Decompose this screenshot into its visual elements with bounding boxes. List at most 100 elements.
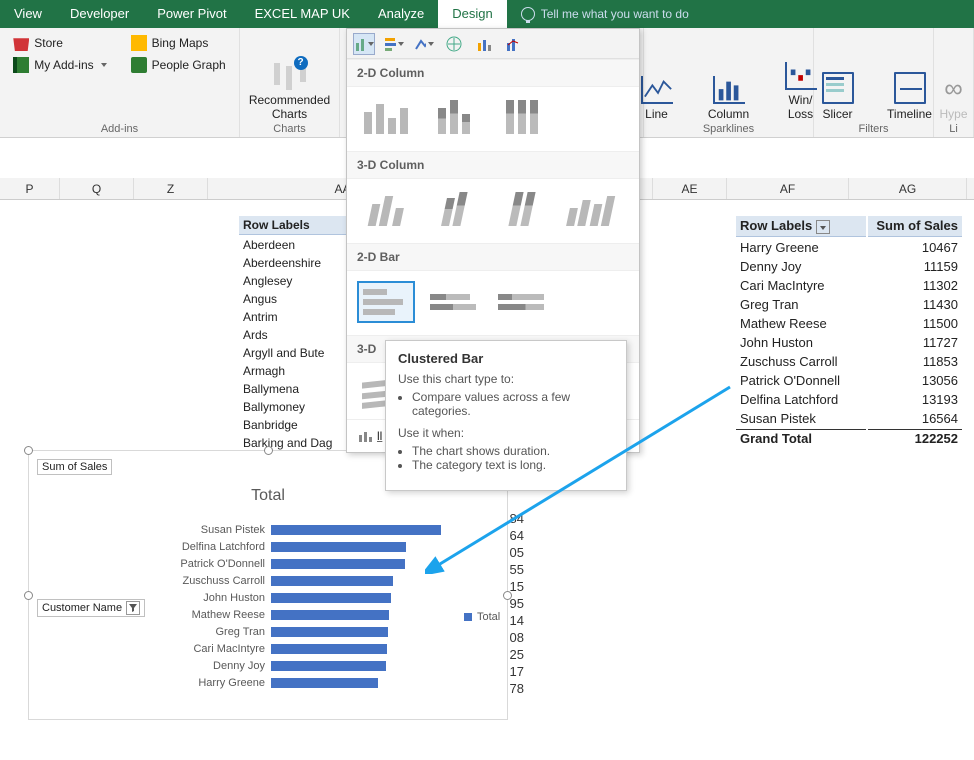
hyperlink-button[interactable]: ∞Hype <box>926 73 974 121</box>
bing-maps-icon <box>131 35 147 51</box>
grand-total-value: 122252 <box>868 429 962 447</box>
tab-view[interactable]: View <box>0 0 56 28</box>
filter-dropdown-icon[interactable] <box>816 220 830 234</box>
pivot-customer-value: 11853 <box>868 353 962 370</box>
pivot-customer-name[interactable]: Cari MacIntyre <box>736 277 866 294</box>
slicer-icon <box>822 72 854 104</box>
pivot-customer-value: 11159 <box>868 258 962 275</box>
colhdr-q[interactable]: Q <box>60 178 134 199</box>
bar-segment[interactable] <box>271 525 441 535</box>
recommended-charts-button[interactable]: Recommended Charts <box>249 58 330 121</box>
stock-chart-icon[interactable] <box>503 33 525 55</box>
map-chart-icon[interactable] <box>443 33 465 55</box>
pivot-customer-name[interactable]: Susan Pistek <box>736 410 866 427</box>
tooltip-when: Use it when: <box>398 426 614 440</box>
sparkline-column-button[interactable]: Column <box>701 76 757 121</box>
pivot-customer-name[interactable]: Patrick O'Donnell <box>736 372 866 389</box>
my-addins-button[interactable]: My Add-ins <box>11 56 108 74</box>
pivot-customer-name[interactable]: John Huston <box>736 334 866 351</box>
chart-field-customer[interactable]: Customer Name <box>37 599 145 617</box>
colhdr-ag[interactable]: AG <box>849 178 967 199</box>
stacked100-column-thumb[interactable] <box>493 97 551 139</box>
tab-analyze[interactable]: Analyze <box>364 0 438 28</box>
3d-stacked100-column-thumb[interactable] <box>493 189 551 231</box>
tooltip-intro: Use this chart type to: <box>398 372 614 386</box>
resize-handle[interactable] <box>264 446 273 455</box>
bingmaps-label: Bing Maps <box>152 36 209 50</box>
tab-design[interactable]: Design <box>438 0 506 28</box>
tooltip-title: Clustered Bar <box>398 351 614 366</box>
bar-chart-split-icon[interactable] <box>383 33 405 55</box>
recommended-charts-icon <box>274 58 306 90</box>
chart-field-sumofsales[interactable]: Sum of Sales <box>37 459 112 475</box>
tab-powerpivot[interactable]: Power Pivot <box>143 0 240 28</box>
stacked100-bar-thumb[interactable] <box>493 281 551 323</box>
tell-me-label: Tell me what you want to do <box>541 7 689 21</box>
resize-handle[interactable] <box>24 446 33 455</box>
filter-dropdown-icon[interactable] <box>126 601 140 615</box>
bar-segment[interactable] <box>271 627 388 637</box>
ribbon-tabs: View Developer Power Pivot EXCEL MAP UK … <box>0 0 974 28</box>
bar-segment[interactable] <box>271 661 386 671</box>
tooltip-use1: Compare values across a few categories. <box>412 390 614 418</box>
3d-clustered-column-thumb[interactable] <box>357 189 415 231</box>
bar-segment[interactable] <box>271 678 378 688</box>
colhdr-z[interactable]: Z <box>134 178 208 199</box>
stacked-column-thumb[interactable] <box>425 97 483 139</box>
bar-segment[interactable] <box>271 576 393 586</box>
pivot-customer-value: 10467 <box>868 239 962 256</box>
chart-plot-area[interactable]: Susan PistekDelfina LatchfordPatrick O'D… <box>157 521 457 691</box>
all-charts-label: ll <box>377 429 382 443</box>
pivot-customer-value: 11430 <box>868 296 962 313</box>
bing-maps-button[interactable]: Bing Maps <box>129 34 228 52</box>
store-label: Store <box>34 36 63 50</box>
pivot-customer-value: 13056 <box>868 372 962 389</box>
chart-legend[interactable]: Total <box>464 611 500 623</box>
peoplegraph-label: People Graph <box>152 58 226 72</box>
sparkline-line-label: Line <box>645 107 668 121</box>
pivot-customer-name[interactable]: Harry Greene <box>736 239 866 256</box>
pivot-customers: Row Labels Sum of Sales Harry Greene1046… <box>734 214 964 449</box>
store-button[interactable]: Store <box>11 34 108 52</box>
bar-segment[interactable] <box>271 542 406 552</box>
line-chart-split-icon[interactable] <box>413 33 435 55</box>
sparkline-line-icon <box>641 76 673 104</box>
resize-handle[interactable] <box>503 591 512 600</box>
stacked-bar-thumb[interactable] <box>425 281 483 323</box>
3d-column-thumb[interactable] <box>561 189 619 231</box>
colhdr-ae[interactable]: AE <box>653 178 727 199</box>
slicer-button[interactable]: Slicer <box>810 72 866 121</box>
tab-developer[interactable]: Developer <box>56 0 143 28</box>
clustered-column-thumb[interactable] <box>357 97 415 139</box>
section-2d-bar: 2-D Bar <box>347 243 639 271</box>
column-chart-split-icon[interactable] <box>353 33 375 55</box>
clustered-bar-thumb[interactable] <box>357 281 415 323</box>
bar-segment[interactable] <box>271 644 387 654</box>
bar-category-label: Patrick O'Donnell <box>157 558 265 570</box>
bar-segment[interactable] <box>271 593 391 603</box>
group-filters-label: Filters <box>824 121 923 135</box>
resize-handle[interactable] <box>24 591 33 600</box>
bar-segment[interactable] <box>271 610 389 620</box>
combo-chart-icon[interactable] <box>473 33 495 55</box>
pivot-customers-rowhdr[interactable]: Row Labels <box>736 216 866 237</box>
pivot-customer-name[interactable]: Greg Tran <box>736 296 866 313</box>
pivot-customer-name[interactable]: Delfina Latchford <box>736 391 866 408</box>
pivot-customer-name[interactable]: Zuschuss Carroll <box>736 353 866 370</box>
3d-stacked-column-thumb[interactable] <box>425 189 483 231</box>
timeline-icon <box>894 72 926 104</box>
all-charts-icon <box>357 428 373 444</box>
people-graph-button[interactable]: People Graph <box>129 56 228 74</box>
group-addins-label: Add-ins <box>10 121 229 135</box>
pivot-customer-name[interactable]: Denny Joy <box>736 258 866 275</box>
slicer-label: Slicer <box>822 107 852 121</box>
pivot-customer-value: 13193 <box>868 391 962 408</box>
tell-me-search[interactable]: Tell me what you want to do <box>507 7 689 21</box>
tab-excelmapuk[interactable]: EXCEL MAP UK <box>241 0 364 28</box>
colhdr-p[interactable]: P <box>0 178 60 199</box>
bar-segment[interactable] <box>271 559 405 569</box>
chart-type-toprow <box>347 29 639 59</box>
pivot-customer-name[interactable]: Mathew Reese <box>736 315 866 332</box>
group-charts-label: Charts <box>250 121 329 135</box>
colhdr-af[interactable]: AF <box>727 178 849 199</box>
